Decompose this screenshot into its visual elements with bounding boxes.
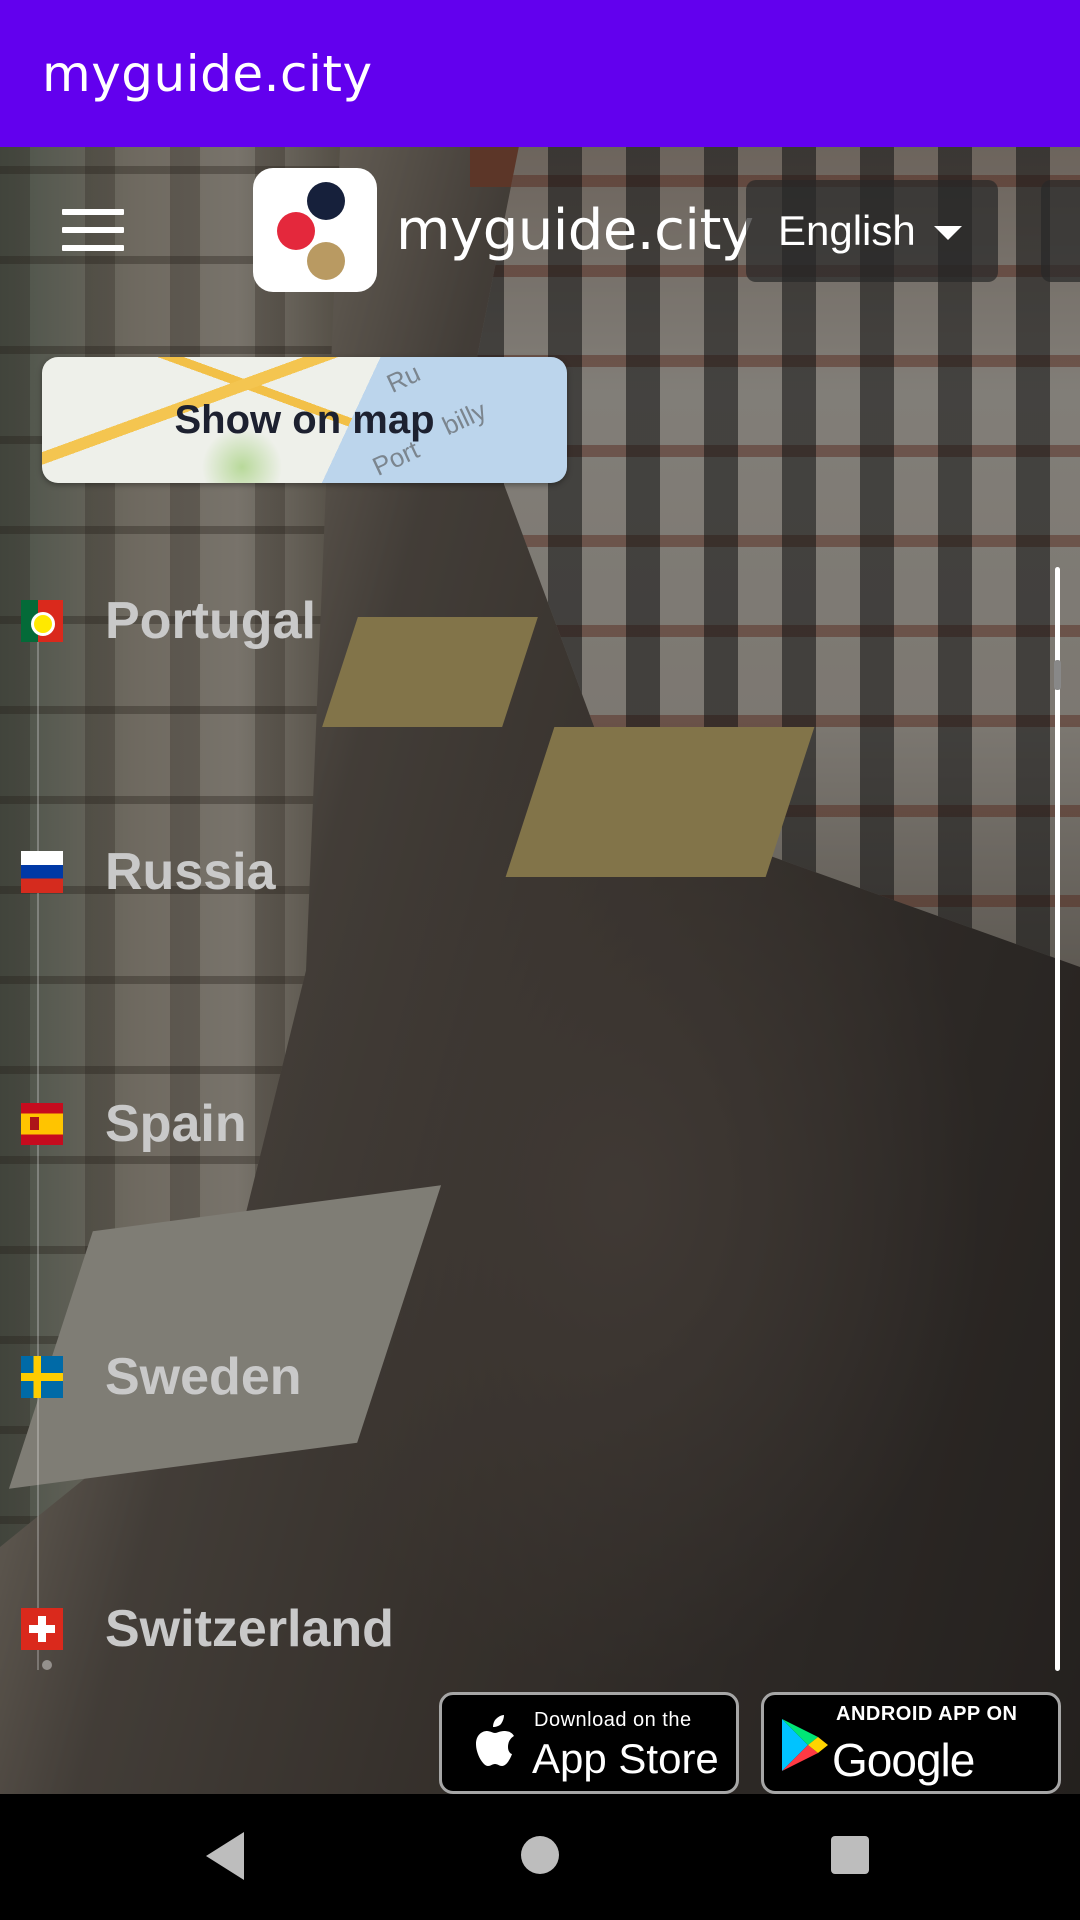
- country-name: Russia: [105, 843, 276, 901]
- app-title: myguide.city: [42, 44, 373, 103]
- country-item-switzerland[interactable]: Switzerland: [0, 1584, 760, 1674]
- google-play-small-text: ANDROID APP ON: [836, 1703, 1018, 1725]
- portugal-flag-icon: [21, 600, 63, 642]
- country-item-sweden[interactable]: Sweden: [0, 1332, 760, 1422]
- scrollbar-thumb[interactable]: [1054, 660, 1061, 690]
- scrollbar-track[interactable]: [1055, 567, 1060, 1671]
- language-select[interactable]: English: [746, 180, 998, 282]
- recents-square-icon[interactable]: [831, 1836, 869, 1874]
- russia-flag-icon: [21, 851, 63, 893]
- sweden-flag-icon: [21, 1356, 63, 1398]
- app-store-big-text: App Store: [532, 1735, 719, 1782]
- home-circle-icon[interactable]: [521, 1836, 559, 1874]
- country-item-spain[interactable]: Spain: [0, 1079, 760, 1169]
- show-on-map-button[interactable]: Ru Port billy Show on map: [42, 357, 567, 483]
- country-name: Spain: [105, 1095, 247, 1153]
- app-bar: myguide.city: [0, 0, 1080, 147]
- back-triangle-icon[interactable]: [206, 1832, 244, 1880]
- country-item-portugal[interactable]: Portugal: [0, 576, 760, 666]
- language-label: English: [778, 207, 916, 254]
- google-play-badge[interactable]: ANDROID APP ON Google play: [761, 1692, 1061, 1840]
- caret-down-icon: [934, 226, 962, 240]
- country-item-russia[interactable]: Russia: [0, 827, 760, 917]
- country-name: Switzerland: [105, 1600, 394, 1658]
- switzerland-flag-icon: [21, 1608, 63, 1650]
- apple-icon: [476, 1715, 514, 1766]
- app-store-badge[interactable]: Download on the App Store: [439, 1692, 739, 1794]
- system-nav-bar: [0, 1794, 1080, 1920]
- hamburger-icon: [62, 209, 124, 215]
- offscreen-header-button[interactable]: [1041, 180, 1080, 282]
- brand-name[interactable]: myguide.city: [396, 198, 754, 263]
- myguide-logo-icon[interactable]: [253, 168, 377, 292]
- country-name: Portugal: [105, 592, 316, 650]
- app-store-small-text: Download on the: [534, 1709, 692, 1731]
- show-on-map-label: Show on map: [174, 397, 435, 442]
- menu-button[interactable]: [58, 205, 130, 255]
- country-name: Sweden: [105, 1348, 302, 1406]
- google-play-icon: [782, 1719, 828, 1771]
- spain-flag-icon: [21, 1103, 63, 1145]
